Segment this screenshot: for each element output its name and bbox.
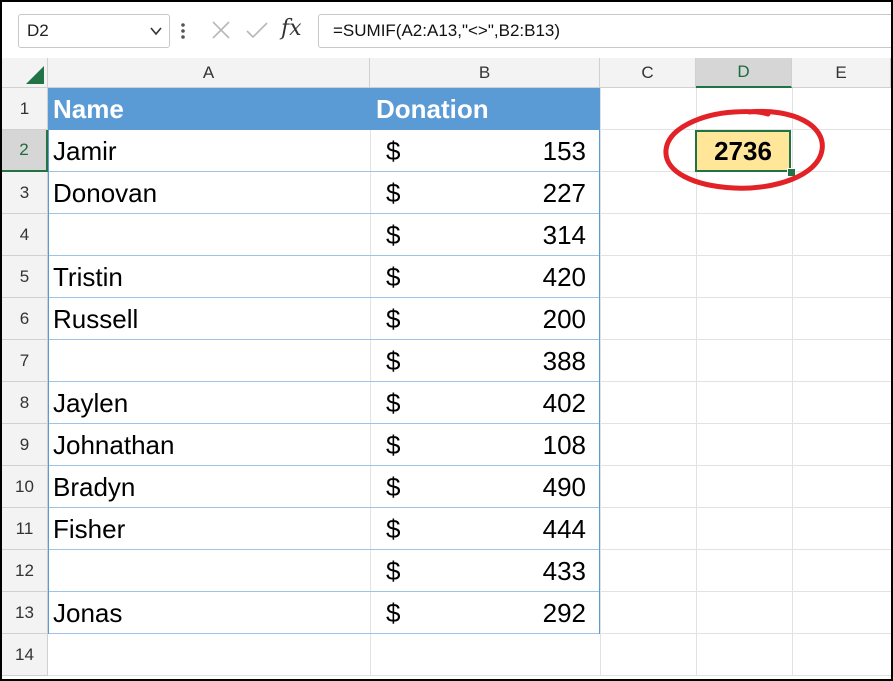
name-cell[interactable]: [48, 550, 370, 592]
highlight-circle: [663, 108, 825, 191]
row-header-6[interactable]: 6: [2, 298, 48, 340]
row-header-14[interactable]: 14: [2, 634, 48, 676]
formula-input[interactable]: =SUMIF(A2:A13,"<>",B2:B13): [318, 14, 891, 48]
name-cell[interactable]: Donovan: [48, 172, 370, 214]
name-cell[interactable]: [48, 214, 370, 256]
donation-cell[interactable]: 200: [420, 298, 600, 340]
formula-text: =SUMIF(A2:A13,"<>",B2:B13): [333, 21, 561, 40]
column-header-e[interactable]: E: [792, 58, 891, 88]
currency-symbol: $: [386, 262, 401, 292]
row-header-10[interactable]: 10: [2, 466, 48, 508]
currency-symbol: $: [386, 556, 401, 586]
table-row-border: [48, 633, 600, 634]
gridline-vertical: [370, 88, 371, 676]
name-cell[interactable]: Russell: [48, 298, 370, 340]
donation-cell[interactable]: 292: [420, 592, 600, 634]
name-cell[interactable]: Tristin: [48, 256, 370, 298]
row-header-13[interactable]: 13: [2, 592, 48, 634]
row-header-12[interactable]: 12: [2, 550, 48, 592]
cancel-x-icon[interactable]: [211, 20, 231, 40]
name-cell[interactable]: Fisher: [48, 508, 370, 550]
column-header-d[interactable]: D: [696, 58, 792, 88]
select-all-corner[interactable]: [2, 58, 48, 88]
row-header-4[interactable]: 4: [2, 214, 48, 256]
row-header-5[interactable]: 5: [2, 256, 48, 298]
table-side-border: [599, 88, 600, 634]
currency-symbol: $: [386, 346, 401, 376]
insert-function-icon[interactable]: fx: [281, 16, 302, 41]
row-header-2[interactable]: 2: [2, 130, 48, 172]
donation-cell[interactable]: 490: [420, 466, 600, 508]
donation-cell[interactable]: 388: [420, 340, 600, 382]
currency-symbol: $: [386, 388, 401, 418]
name-cell[interactable]: Jonas: [48, 592, 370, 634]
column-header-c[interactable]: C: [600, 58, 696, 88]
column-header-b[interactable]: B: [370, 58, 600, 88]
donation-cell[interactable]: 153: [420, 130, 600, 172]
column-header-a[interactable]: A: [48, 58, 370, 88]
currency-symbol: $: [386, 304, 401, 334]
currency-symbol: $: [386, 514, 401, 544]
donation-cell[interactable]: 420: [420, 256, 600, 298]
formula-buttons: fx: [201, 14, 311, 48]
donation-cell[interactable]: 402: [420, 382, 600, 424]
row-header-11[interactable]: 11: [2, 508, 48, 550]
gridline-horizontal: [48, 675, 891, 676]
name-box-value: D2: [27, 21, 49, 40]
name-cell[interactable]: Jamir: [48, 130, 370, 172]
donation-cell[interactable]: 227: [420, 172, 600, 214]
name-box[interactable]: D2: [18, 14, 170, 48]
currency-symbol: $: [386, 136, 401, 166]
donation-cell[interactable]: 108: [420, 424, 600, 466]
name-cell[interactable]: Johnathan: [48, 424, 370, 466]
row-header-3[interactable]: 3: [2, 172, 48, 214]
row-header-1[interactable]: 1: [2, 88, 48, 130]
donation-cell[interactable]: 314: [420, 214, 600, 256]
header-name[interactable]: Name: [48, 88, 370, 130]
vertical-dots-icon[interactable]: [180, 22, 186, 40]
currency-symbol: $: [386, 178, 401, 208]
name-cell[interactable]: [48, 340, 370, 382]
currency-symbol: $: [386, 220, 401, 250]
table-side-border: [48, 88, 49, 634]
select-all-triangle-icon[interactable]: [2, 58, 48, 88]
header-donation[interactable]: Donation: [370, 88, 600, 130]
name-cell[interactable]: Bradyn: [48, 466, 370, 508]
row-header-9[interactable]: 9: [2, 424, 48, 466]
name-cell[interactable]: Jaylen: [48, 382, 370, 424]
worksheet-grid[interactable]: A B C D E 1 2 3 4 5 6 7 8 9 10 11 12 13 14 Name Donati…: [2, 58, 891, 679]
row-header-8[interactable]: 8: [2, 382, 48, 424]
currency-symbol: $: [386, 472, 401, 502]
currency-symbol: $: [386, 598, 401, 628]
excel-window: D2 fx =SUMIF(A2:A13,"<>",B2:B13) A B C D…: [2, 2, 891, 679]
gridline-vertical: [600, 88, 601, 676]
chevron-down-icon[interactable]: [149, 24, 163, 38]
currency-symbol: $: [386, 430, 401, 460]
donation-cell[interactable]: 433: [420, 550, 600, 592]
row-header-7[interactable]: 7: [2, 340, 48, 382]
formula-bar: D2 fx =SUMIF(A2:A13,"<>",B2:B13): [2, 2, 891, 58]
enter-check-icon[interactable]: [245, 20, 269, 40]
donation-cell[interactable]: 444: [420, 508, 600, 550]
